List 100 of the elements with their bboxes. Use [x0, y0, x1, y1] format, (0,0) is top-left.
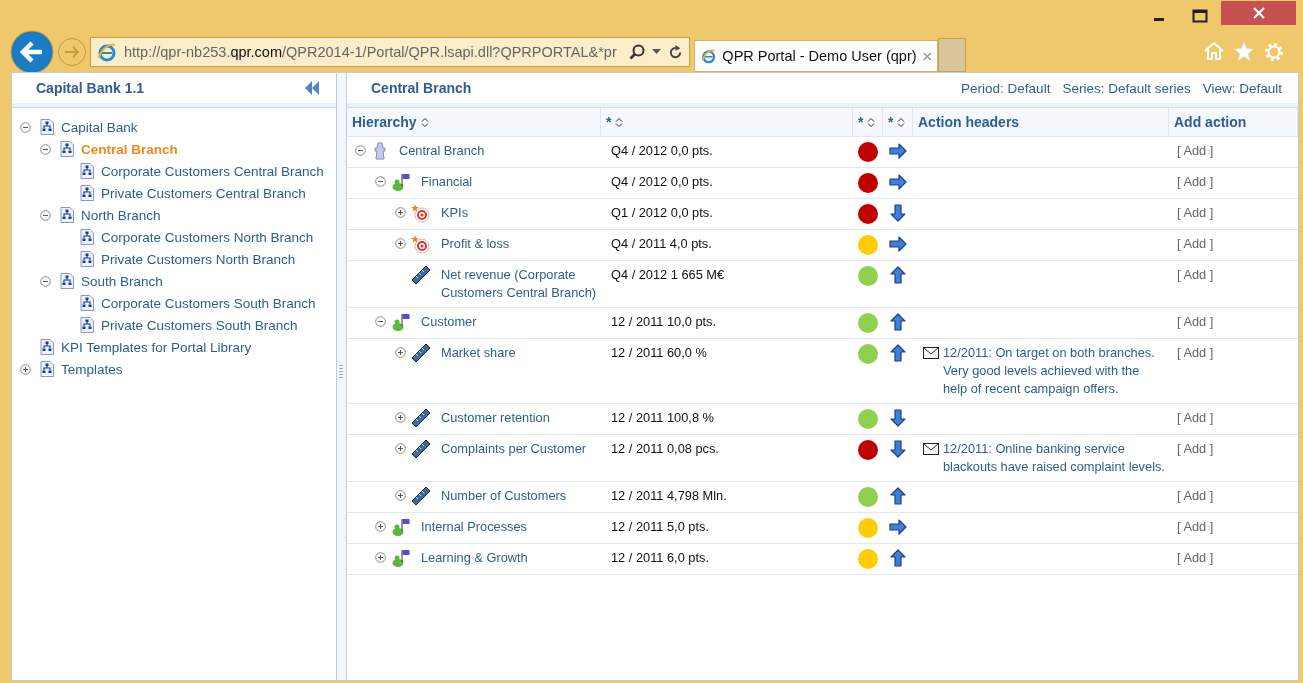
- tab-title: QPR Portal - Demo User (qpr): [722, 48, 917, 64]
- browser-logo-icon: [97, 42, 117, 62]
- add-action-link[interactable]: [ Add ]: [1173, 205, 1214, 220]
- comment-link[interactable]: 12/2011: Online banking service blackouts have raised complaint levels.: [943, 440, 1165, 476]
- url-text: http://qpr-nb253.qpr.com/QPR2014-1/Portal/QPR.lsapi.dll?QPRPORTAL&*pr: [124, 44, 618, 60]
- table-cell-text: 12 / 2011 60,0 %: [610, 345, 707, 360]
- tree-item[interactable]: Capital Bank: [61, 119, 138, 135]
- expand-toggle-icon[interactable]: [395, 412, 406, 423]
- hierarchy-item-link[interactable]: Learning & Growth: [421, 549, 597, 567]
- hierarchy-item-link[interactable]: Net revenue (Corporate Customers Central Branch): [441, 266, 597, 302]
- add-action-link[interactable]: [ Add ]: [1173, 550, 1214, 565]
- hierarchy-item-link[interactable]: Central Branch: [399, 142, 597, 160]
- tree-item[interactable]: Private Customers South Branch: [101, 317, 298, 333]
- close-tab-icon[interactable]: [922, 50, 931, 62]
- hierarchy-item-link[interactable]: KPIs: [441, 204, 597, 222]
- tree-item[interactable]: South Branch: [81, 273, 163, 289]
- tree-item[interactable]: North Branch: [81, 207, 161, 223]
- collapse-panel-icon[interactable]: [304, 81, 320, 95]
- hierarchy-item-link[interactable]: Profit & loss: [441, 235, 597, 253]
- hierarchy-item-link[interactable]: Customer: [421, 313, 597, 331]
- org-chart-icon: [80, 251, 94, 267]
- expand-toggle-icon[interactable]: [395, 207, 406, 218]
- hierarchy-item-link[interactable]: Number of Customers: [441, 487, 597, 505]
- add-action-link[interactable]: [ Add ]: [1173, 488, 1214, 503]
- target-icon: [411, 234, 431, 254]
- ruler-icon: [411, 408, 431, 428]
- panel-title: Central Branch: [371, 80, 472, 96]
- browser-tab[interactable]: QPR Portal - Demo User (qpr): [694, 40, 938, 72]
- table-cell-text: 12 / 2011 0,08 pcs.: [610, 441, 719, 456]
- add-action-link[interactable]: [ Add ]: [1173, 345, 1214, 360]
- tree-item[interactable]: Private Customers North Branch: [101, 251, 296, 267]
- column-header[interactable]: *: [601, 108, 853, 136]
- ruler-icon: [411, 343, 431, 363]
- tree-item[interactable]: Private Customers Central Branch: [101, 185, 306, 201]
- column-header[interactable]: Add action: [1169, 108, 1298, 136]
- column-header[interactable]: *: [853, 108, 883, 136]
- org-chart-icon: [40, 361, 54, 377]
- collapse-toggle-icon[interactable]: [375, 316, 386, 327]
- expand-toggle-icon[interactable]: [20, 363, 31, 375]
- panel-title: Capital Bank 1.1: [36, 80, 145, 96]
- tree-item[interactable]: Templates: [61, 361, 123, 377]
- series-link[interactable]: Series: Default series: [1062, 80, 1191, 96]
- expand-toggle-icon[interactable]: [375, 552, 386, 563]
- address-bar[interactable]: http://qpr-nb253.qpr.com/QPR2014-1/Portal/QPR.lsapi.dll?QPRPORTAL&*pr: [90, 37, 690, 67]
- add-action-link[interactable]: [ Add ]: [1173, 519, 1214, 534]
- org-chart-icon: [40, 119, 54, 135]
- org-chart-icon: [80, 317, 94, 333]
- maximize-icon[interactable]: [1192, 9, 1208, 23]
- expand-toggle-icon[interactable]: [395, 238, 406, 249]
- period-link[interactable]: Period: Default: [961, 80, 1051, 96]
- tree-item[interactable]: KPI Templates for Portal Library: [61, 339, 252, 355]
- ruler-icon: [411, 486, 431, 506]
- hierarchy-item-link[interactable]: Complaints per Customer: [441, 440, 597, 458]
- target-icon: [411, 203, 431, 223]
- close-button[interactable]: [1221, 1, 1296, 25]
- hierarchy-item-link[interactable]: Customer retention: [441, 409, 597, 427]
- scorecard-icon: [371, 141, 389, 161]
- expand-toggle-icon[interactable]: [375, 521, 386, 532]
- expand-toggle-icon[interactable]: [395, 347, 406, 358]
- add-action-link[interactable]: [ Add ]: [1173, 174, 1214, 189]
- column-header[interactable]: Hierarchy: [347, 108, 601, 136]
- table-cell-text: 12 / 2011 6,0 pts.: [610, 550, 709, 565]
- table-cell-text: Q1 / 2012 0,0 pts.: [610, 205, 713, 220]
- tree-item[interactable]: Corporate Customers North Branch: [101, 229, 314, 245]
- view-link[interactable]: View: Default: [1202, 80, 1282, 96]
- collapse-toggle-icon[interactable]: [40, 275, 51, 287]
- envelope-icon: [923, 443, 939, 455]
- table-cell-text: 12 / 2011 10,0 pts.: [610, 314, 717, 329]
- flag-person-icon: [391, 517, 411, 537]
- add-action-link[interactable]: [ Add ]: [1173, 267, 1214, 282]
- dropdown-caret-icon[interactable]: [652, 49, 661, 55]
- collapse-toggle-icon[interactable]: [40, 209, 51, 221]
- add-action-link[interactable]: [ Add ]: [1173, 314, 1214, 329]
- comment-link[interactable]: 12/2011: On target on both branches. Very good levels achieved with the help of recent campaign offers.: [943, 344, 1165, 398]
- add-action-link[interactable]: [ Add ]: [1173, 143, 1214, 158]
- refresh-icon[interactable]: [668, 44, 683, 60]
- collapse-toggle-icon[interactable]: [20, 121, 31, 133]
- add-action-link[interactable]: [ Add ]: [1173, 441, 1214, 456]
- org-chart-icon: [60, 273, 74, 289]
- back-button[interactable]: [10, 30, 54, 74]
- org-chart-icon: [40, 339, 54, 355]
- tree-item[interactable]: Corporate Customers South Branch: [101, 295, 316, 311]
- column-header[interactable]: Action headers: [913, 108, 1169, 136]
- org-chart-icon: [60, 207, 74, 223]
- expand-toggle-icon[interactable]: [395, 490, 406, 501]
- tree-item[interactable]: Corporate Customers Central Branch: [101, 163, 324, 179]
- hierarchy-item-link[interactable]: Market share: [441, 344, 597, 362]
- expand-toggle-icon[interactable]: [395, 443, 406, 454]
- column-header[interactable]: *: [883, 108, 913, 136]
- org-chart-icon: [80, 163, 94, 179]
- add-action-link[interactable]: [ Add ]: [1173, 410, 1214, 425]
- collapse-toggle-icon[interactable]: [40, 143, 51, 155]
- hierarchy-item-link[interactable]: Internal Processes: [421, 518, 597, 536]
- search-icon[interactable]: [629, 44, 645, 60]
- favorites-star-icon[interactable]: [1233, 41, 1255, 62]
- collapse-toggle-icon[interactable]: [355, 145, 366, 156]
- add-action-link[interactable]: [ Add ]: [1173, 236, 1214, 251]
- collapse-toggle-icon[interactable]: [375, 176, 386, 187]
- ruler-icon: [411, 439, 431, 459]
- hierarchy-item-link[interactable]: Financial: [421, 173, 597, 191]
